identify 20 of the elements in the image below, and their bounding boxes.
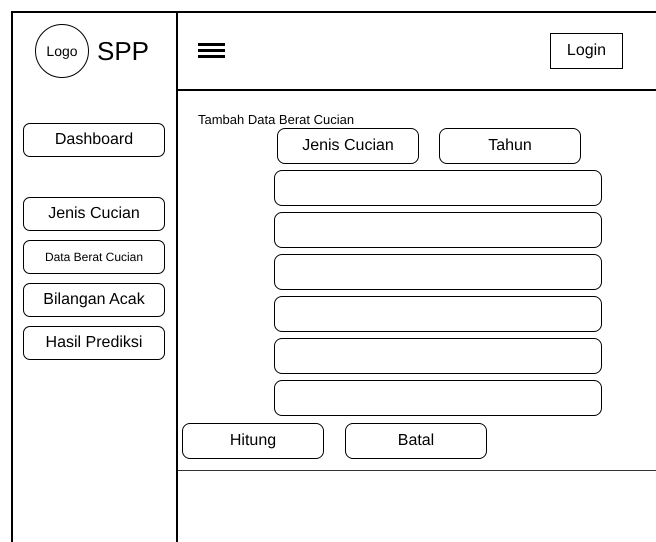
input-field[interactable]: [274, 380, 602, 416]
menu-icon[interactable]: [198, 43, 225, 59]
input-field[interactable]: [274, 254, 602, 290]
sidebar-item[interactable]: Jenis Cucian: [23, 197, 165, 231]
form-title: Tambah Data Berat Cucian: [198, 112, 356, 128]
sidebar-item[interactable]: Data Berat Cucian: [23, 240, 165, 274]
action-button[interactable]: Batal: [345, 423, 487, 459]
sidebar-item[interactable]: Bilangan Acak: [23, 283, 165, 317]
input-field[interactable]: [274, 170, 602, 206]
dropdown-button[interactable]: Jenis Cucian: [277, 128, 419, 164]
login-button[interactable]: Login: [550, 33, 623, 69]
dashboard-button[interactable]: Dashboard: [23, 123, 165, 157]
input-field[interactable]: [274, 212, 602, 248]
logo-circle: Logo: [35, 24, 89, 78]
sidebar-item[interactable]: Hasil Prediksi: [23, 326, 165, 360]
dropdown-button[interactable]: Tahun: [439, 128, 581, 164]
input-field[interactable]: [274, 296, 602, 332]
brand-title: SPP: [97, 36, 150, 66]
action-button[interactable]: Hitung: [182, 423, 324, 459]
input-field[interactable]: [274, 338, 602, 374]
